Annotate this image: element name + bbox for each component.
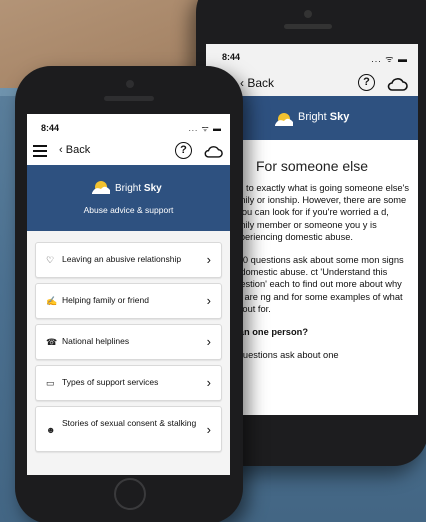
cloud-icon[interactable] — [386, 76, 408, 92]
menu-list: ♡ Leaving an abusive relationship › ✍ He… — [35, 242, 222, 457]
home-button[interactable] — [114, 478, 146, 510]
help-icon[interactable]: ? — [358, 74, 375, 91]
camera — [304, 10, 312, 18]
paragraph: ard to exactly what is going someone els… — [230, 183, 410, 242]
help-icon[interactable]: ? — [175, 142, 192, 159]
chevron-right-icon: › — [206, 252, 211, 267]
menu-item-label: Helping family or friend — [62, 295, 149, 305]
bright-sky-logo-icon — [92, 181, 110, 194]
app-header: Bright Sky Abuse advice & support — [27, 165, 230, 231]
menu-item-leaving-relationship[interactable]: ♡ Leaving an abusive relationship › — [35, 242, 222, 278]
menu-item-helping-family[interactable]: ✍ Helping family or friend › — [35, 283, 222, 319]
brand-name: Bright Sky — [115, 183, 162, 194]
handshake-icon: ✍ — [46, 296, 58, 306]
front-phone-screen: 8:44 ... ᯤ ▬ ‹ Back ? Bright Sky Abuse a… — [27, 114, 230, 475]
menu-item-national-helplines[interactable]: ☎ National helplines › — [35, 324, 222, 360]
menu-item-label: Stories of sexual consent & stalking — [62, 418, 197, 428]
chevron-right-icon: › — [206, 422, 211, 437]
back-label: Back — [65, 144, 91, 156]
status-icons: ... ᯤ ▬ — [371, 54, 408, 64]
bright-sky-logo-icon — [275, 113, 293, 126]
menu-item-support-services[interactable]: ▭ Types of support services › — [35, 365, 222, 401]
paragraph: e questions ask about one — [230, 350, 339, 361]
heart-broken-icon: ♡ — [46, 255, 55, 265]
brand-name: Bright Sky — [298, 111, 350, 123]
hamburger-menu-icon[interactable] — [33, 145, 47, 157]
back-button[interactable]: ‹ Back — [240, 76, 274, 90]
people-icon: ☻ — [46, 425, 56, 435]
status-time: 8:44 — [41, 123, 60, 133]
status-bar: 8:44 ... ᯤ ▬ — [206, 44, 418, 72]
article-body: ard to exactly what is going someone els… — [230, 182, 412, 372]
back-label: Back — [247, 76, 275, 90]
chevron-right-icon: › — [206, 293, 211, 308]
chevron-right-icon: › — [206, 375, 211, 390]
support-person-icon: ☎ — [46, 337, 58, 347]
status-icons: ... ᯤ ▬ — [188, 124, 222, 133]
laptop-icon: ▭ — [46, 378, 55, 388]
speaker — [284, 24, 332, 29]
question-heading: than one person? — [230, 327, 308, 338]
header-subtitle: Abuse advice & support — [83, 205, 174, 215]
chevron-right-icon: › — [206, 334, 211, 349]
menu-item-label: Types of support services — [62, 377, 159, 387]
menu-item-stories[interactable]: ☻ Stories of sexual consent & stalking › — [35, 406, 222, 452]
status-time: 8:44 — [222, 52, 241, 62]
nav-bar: ‹ Back ? — [27, 139, 230, 165]
back-button[interactable]: ‹ Back — [59, 144, 90, 156]
menu-item-label: Leaving an abusive relationship — [62, 254, 182, 264]
status-bar: 8:44 ... ᯤ ▬ — [27, 114, 230, 139]
menu-item-label: National helplines — [62, 336, 130, 346]
cloud-icon[interactable] — [203, 144, 223, 159]
page-title: For someone else — [256, 158, 369, 174]
speaker — [104, 96, 154, 101]
camera — [126, 80, 134, 88]
paragraph: e 10 questions ask about some mon signs … — [230, 255, 404, 314]
